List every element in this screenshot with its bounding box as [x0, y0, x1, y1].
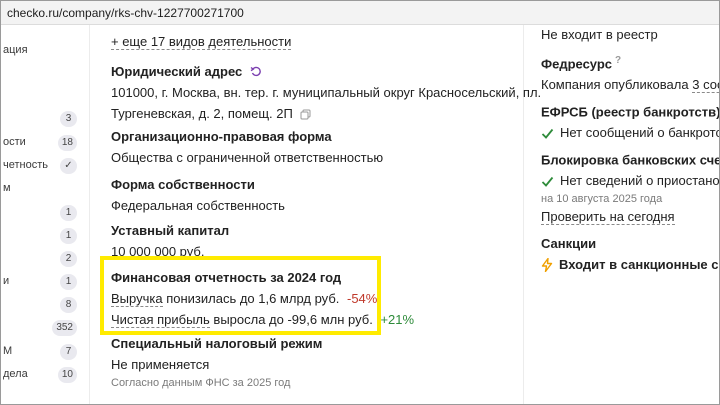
- address-title: Юридический адрес: [111, 64, 511, 79]
- count-badge: 3: [60, 111, 77, 127]
- revenue-link[interactable]: Выручка: [111, 291, 163, 307]
- sidebar-item[interactable]: 352: [1, 319, 81, 339]
- fedresurs-section: Федресурс? Компания опубликовала 3 сообщ…: [541, 55, 719, 94]
- sidebar-item[interactable]: 1: [1, 227, 81, 247]
- sidebar-item[interactable]: четность ✓: [1, 157, 81, 177]
- sidebar-item[interactable]: ация: [1, 42, 81, 62]
- sidebar-item[interactable]: 8: [1, 296, 81, 316]
- legal-form-value: Общества с ограниченной ответственностью: [111, 150, 384, 165]
- risk-checks: Не входит в реестр Федресурс? Компания о…: [541, 25, 720, 404]
- blocking-status: Нет сведений о приостановке о: [541, 173, 719, 188]
- efrsb-section: ЕФРСБ (реестр банкротств)? Нет сообщений…: [541, 103, 720, 140]
- count-badge: 18: [57, 135, 77, 151]
- sidebar-item[interactable]: 2: [1, 250, 81, 270]
- legal-form-section: Организационно-правовая форма Общества с…: [111, 129, 511, 165]
- check-icon: [541, 177, 554, 188]
- sidebar-item-label: ости: [3, 136, 26, 148]
- check-icon: [541, 129, 554, 140]
- company-details: + еще 17 видов деятельности Юридический …: [111, 25, 542, 404]
- sanctions-title: Санкции: [541, 236, 597, 251]
- count-badge: 1: [60, 228, 77, 244]
- profit-link[interactable]: Чистая прибыль: [111, 312, 210, 328]
- registry-status: Не входит в реестр: [541, 27, 658, 42]
- efrsb-status: Нет сообщений о банкротстве: [541, 125, 719, 140]
- profit-text: выросла до -99,6 млн руб.: [209, 312, 373, 327]
- check-badge: ✓: [60, 158, 77, 174]
- profit-change: +21%: [380, 312, 415, 327]
- count-badge: 1: [60, 205, 77, 221]
- check-today-link[interactable]: Проверить на сегодня: [541, 209, 675, 226]
- fedresurs-link[interactable]: 3 сообще: [692, 77, 719, 94]
- sidebar-item-label: и: [3, 275, 10, 287]
- tax-regime-value: Не применяется: [111, 357, 210, 372]
- revenue-line: Выручка понизилась до 1,6 млрд руб. -54%: [111, 291, 511, 307]
- blocking-section: Блокировка банковских счетов? Нет сведен…: [541, 151, 720, 226]
- blocking-date: на 10 августа 2025 года: [541, 193, 663, 206]
- history-icon[interactable]: [250, 66, 262, 78]
- sidebar-item[interactable]: дела 10: [1, 366, 81, 386]
- fedresurs-title: Федресурс?: [541, 55, 622, 72]
- sidebar-item-label: ация: [3, 44, 28, 56]
- capital-value: 10 000 000 руб.: [111, 244, 205, 259]
- financials-section: Финансовая отчетность за 2024 год Выручк…: [111, 270, 511, 328]
- sanctions-section: Санкции Входит в санкционные списки: [541, 236, 719, 272]
- tax-regime-title: Специальный налоговый режим: [111, 336, 323, 351]
- revenue-text: понизилась до 1,6 млрд руб.: [162, 291, 340, 306]
- address-bar[interactable]: checko.ru/company/rks-chv-1227700271700: [1, 1, 719, 25]
- address-line-1: 101000, г. Москва, вн. тер. г. муниципал…: [111, 85, 542, 100]
- sidebar-item[interactable]: и 1: [1, 273, 81, 293]
- sidebar-item-label: М: [3, 345, 13, 357]
- count-badge: 2: [60, 251, 77, 267]
- fedresurs-text: Компания опубликовала 3 сообще: [541, 77, 719, 94]
- address-section: Юридический адрес 101000, г. Москва, вн.…: [111, 64, 542, 121]
- blocking-title: Блокировка банковских счетов?: [541, 152, 720, 168]
- count-badge: 1: [60, 274, 77, 290]
- tax-regime-note: Согласно данным ФНС за 2025 год: [111, 377, 291, 389]
- column-divider: [523, 25, 524, 404]
- count-badge: 352: [52, 320, 77, 336]
- ownership-title: Форма собственности: [111, 177, 255, 192]
- count-badge: 8: [60, 297, 77, 313]
- ownership-section: Форма собственности Федеральная собствен…: [111, 177, 511, 213]
- sanctions-status: Входит в санкционные списки: [541, 257, 719, 272]
- profit-line: Чистая прибыль выросла до -99,6 млн руб.…: [111, 312, 511, 328]
- ownership-value: Федеральная собственность: [111, 198, 285, 213]
- sidebar-item-label: четность: [3, 159, 48, 171]
- more-activities-link[interactable]: + еще 17 видов деятельности: [111, 34, 292, 50]
- sidebar-item[interactable]: ости 18: [1, 134, 81, 154]
- address-line-2: Тургеневская, д. 2, помещ. 2П: [111, 106, 511, 121]
- help-icon[interactable]: ?: [615, 55, 621, 66]
- sidebar-item[interactable]: м: [1, 180, 81, 200]
- financials-title: Финансовая отчетность за 2024 год: [111, 270, 342, 285]
- sidebar-item-label: м: [3, 182, 11, 194]
- capital-title: Уставный капитал: [111, 223, 230, 238]
- tax-regime-section: Специальный налоговый режим Не применяет…: [111, 336, 511, 389]
- legal-form-title: Организационно-правовая форма: [111, 129, 332, 144]
- url-text: checko.ru/company/rks-chv-1227700271700: [7, 6, 244, 20]
- count-badge: 7: [60, 344, 77, 360]
- sidebar-item-label: дела: [3, 368, 28, 380]
- sidebar-divider: [89, 25, 90, 404]
- efrsb-title: ЕФРСБ (реестр банкротств)?: [541, 104, 720, 120]
- sidebar-item[interactable]: 3: [1, 110, 81, 130]
- count-badge: 10: [57, 367, 77, 383]
- revenue-change: -54%: [347, 291, 378, 306]
- lightning-icon: [541, 258, 553, 272]
- browser-window: checko.ru/company/rks-chv-1227700271700 …: [0, 0, 720, 405]
- copy-icon[interactable]: [300, 109, 311, 120]
- sidebar-item[interactable]: М 7: [1, 343, 81, 363]
- capital-section: Уставный капитал 10 000 000 руб.: [111, 223, 511, 259]
- sidebar-item[interactable]: 1: [1, 204, 81, 224]
- sidebar-nav: ация 3 ости 18 четность ✓ м 1 1 2 и 1 8 …: [1, 25, 81, 404]
